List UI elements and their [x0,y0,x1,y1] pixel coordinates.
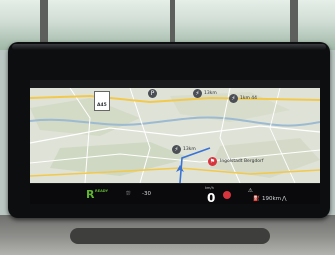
charging-station-icon[interactable]: ⚡ [229,94,238,103]
window-frame-post [290,0,298,46]
cluster-status-bar: R READY ⛆ -30 km/h 0 ⚠ ⛽ 190km ⋀ [30,184,320,204]
parking-icon-label: P [150,90,155,97]
speed-value: 0 [207,191,216,204]
destination-label: Ingolstadt Bergdorf [220,159,264,164]
road-icon: ⋀ [282,196,287,202]
outside-temp-icon: ⛆ [126,191,131,197]
ready-indicator: READY [95,189,108,193]
drive-mode-indicator: R [86,188,95,201]
road-shield: A45 [94,91,110,111]
air-vent [70,228,270,244]
window-frame-post [170,0,175,46]
destination-flag-icon[interactable]: ⚑ [208,157,217,166]
charging-station-label: 1km 44 [240,96,258,101]
charging-station-label: 13km [204,91,217,96]
range-icon: ⛽ [253,196,260,202]
outside-temp: -30 [142,191,151,197]
parking-icon[interactable]: P [148,89,157,98]
infotainment-screen: A45 P ⚡ 13km ⚡ 1km 44 ⚡ 13km ⚑ Ingolstad… [30,80,320,204]
road-shield-label: A45 [97,103,107,108]
navigation-map[interactable]: A45 P ⚡ 13km ⚡ 1km 44 ⚡ 13km ⚑ Ingolstad… [30,87,320,184]
bezel-reflection [12,44,326,50]
seatbelt-icon: ⚠ [248,188,253,194]
charging-station-icon[interactable]: ⚡ [193,89,202,98]
warning-icon [223,191,231,199]
map-canvas [30,87,320,184]
window-frame-post [40,0,48,46]
range-value: 190km [262,196,282,202]
speed-unit: km/h [205,186,214,190]
charging-station-label: 13km [183,147,196,152]
charging-station-icon[interactable]: ⚡ [172,145,181,154]
